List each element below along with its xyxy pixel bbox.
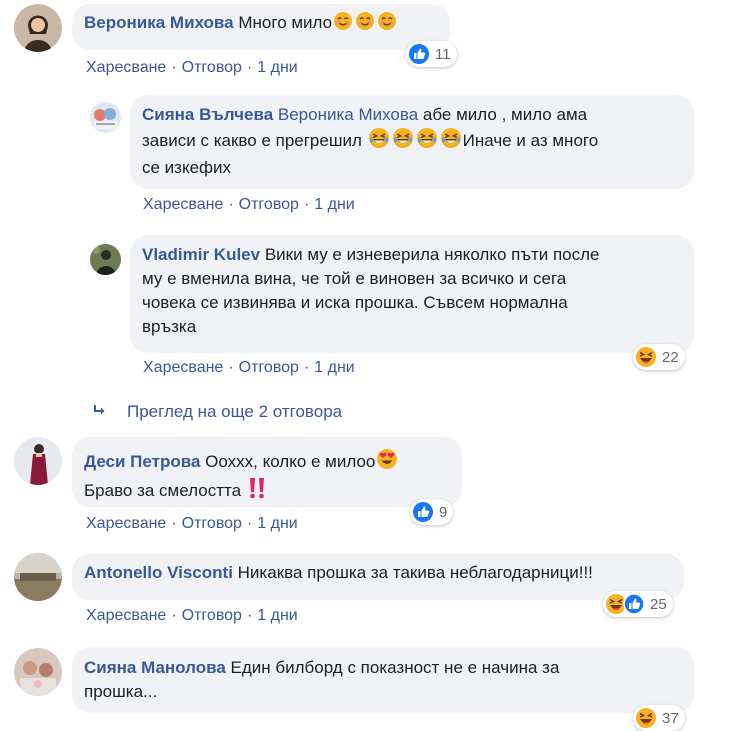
comment-text: му е вменила вина, че той е виновен за в… <box>142 269 567 288</box>
laughing-emoji-icon <box>392 127 414 156</box>
comment-author[interactable]: Antonello Visconti <box>84 563 233 582</box>
timestamp[interactable]: 1 дни <box>257 59 297 76</box>
reply-arrow-icon <box>93 402 107 421</box>
comment-author[interactable]: Vladimir Kulev <box>142 245 260 264</box>
haha-icon <box>635 707 657 729</box>
comment-author[interactable]: Сияна Вълчева <box>142 105 273 124</box>
comment-text: Никаква прошка за такива неблагодарници!… <box>237 563 593 582</box>
comment-bubble: Antonello Visconti Никаква прошка за так… <box>72 554 684 600</box>
like-button[interactable]: Харесване <box>86 607 166 624</box>
comment-bubble: Вероника Михова Много мило <box>72 4 450 50</box>
like-button[interactable]: Харесване <box>143 359 223 376</box>
like-button[interactable]: Харесване <box>143 196 223 213</box>
comment-bubble: Сияна Манолова Един билборд с показност … <box>72 647 694 713</box>
heart-eyes-emoji-icon <box>376 448 398 477</box>
reply-button[interactable]: Отговор <box>182 515 242 532</box>
comment-text: Браво за смелостта <box>84 481 242 500</box>
reply-button[interactable]: Отговор <box>239 196 299 213</box>
comment-text: Един билборд с показност не е начина за <box>230 658 560 677</box>
timestamp[interactable]: 1 дни <box>314 359 354 376</box>
reply-button[interactable]: Отговор <box>239 359 299 376</box>
like-button[interactable]: Харесване <box>86 515 166 532</box>
laughing-emoji-icon <box>416 127 438 156</box>
comment-text: Иначе и аз много <box>462 131 599 150</box>
reaction-count: 37 <box>662 709 679 727</box>
like-button[interactable]: Харесване <box>86 59 166 76</box>
comment-text: абе мило , мило ама <box>422 105 588 124</box>
comment-actions: Харесване · Отговор · 1 дни <box>143 196 355 213</box>
comment-text: зависи с какво е прегрешил <box>142 131 362 150</box>
comment-author[interactable]: Деси Петрова <box>84 452 200 471</box>
avatar[interactable] <box>90 102 121 133</box>
laughing-emoji-icon <box>368 127 390 156</box>
reply-bubble: Сияна Вълчева Вероника Михова абе мило ,… <box>130 95 694 189</box>
reply-bubble: Vladimir Kulev Вики му е изневерила няко… <box>130 235 694 353</box>
reaction-summary[interactable]: 25 <box>603 591 673 617</box>
smile-emoji-icon <box>333 11 353 38</box>
timestamp[interactable]: 1 дни <box>257 607 297 624</box>
timestamp[interactable]: 1 дни <box>257 515 297 532</box>
reaction-count: 22 <box>662 348 679 366</box>
comment-author[interactable]: Вероника Михова <box>84 13 234 32</box>
reaction-count: 25 <box>650 595 667 613</box>
haha-icon <box>635 346 657 368</box>
reply-button[interactable]: Отговор <box>182 607 242 624</box>
reaction-summary[interactable]: 37 <box>633 705 685 731</box>
avatar[interactable] <box>90 244 121 275</box>
comment-text: се изкефих <box>142 158 232 177</box>
comment-actions: Харесване · Отговор · 1 дни <box>86 59 298 76</box>
avatar[interactable] <box>14 553 62 601</box>
smile-emoji-icon <box>377 11 397 38</box>
like-icon <box>408 43 430 65</box>
avatar[interactable] <box>14 437 62 485</box>
like-icon <box>623 593 645 615</box>
reaction-summary[interactable]: 22 <box>633 344 685 370</box>
reply-button[interactable]: Отговор <box>182 59 242 76</box>
comment-text: Ооххх, колко е милоо <box>205 452 376 471</box>
reaction-count: 9 <box>439 503 448 521</box>
view-more-replies-link[interactable]: Преглед на още 2 отговора <box>93 402 342 422</box>
reaction-summary[interactable]: 9 <box>410 499 454 525</box>
avatar[interactable] <box>14 648 62 696</box>
laughing-emoji-icon <box>440 127 462 156</box>
comment-text: Вики му е изневерила няколко пъти после <box>264 245 600 264</box>
comment-text: човека се извинява и иска прошка. Съвсем… <box>142 293 568 312</box>
comment-actions: Харесване · Отговор · 1 дни <box>86 515 298 532</box>
comment-text: Много мило <box>238 13 333 32</box>
smile-emoji-icon <box>355 11 375 38</box>
comment-author[interactable]: Сияна Манолова <box>84 658 226 677</box>
view-more-replies-label[interactable]: Преглед на още 2 отговора <box>127 402 342 421</box>
comment-text: прошка... <box>84 682 158 701</box>
double-exclamation-icon <box>247 477 267 506</box>
comment-bubble: Деси Петрова Ооххх, колко е милоо Браво … <box>72 437 462 507</box>
avatar[interactable] <box>14 4 62 52</box>
like-icon <box>412 501 434 523</box>
reaction-summary[interactable]: 11 <box>406 41 457 67</box>
comment-actions: Харесване · Отговор · 1 дни <box>86 607 298 624</box>
mention-link[interactable]: Вероника Михова <box>278 105 418 124</box>
comment-text: връзка <box>142 317 197 336</box>
comment-actions: Харесване · Отговор · 1 дни <box>143 359 355 376</box>
reaction-count: 11 <box>435 45 451 63</box>
timestamp[interactable]: 1 дни <box>314 196 354 213</box>
